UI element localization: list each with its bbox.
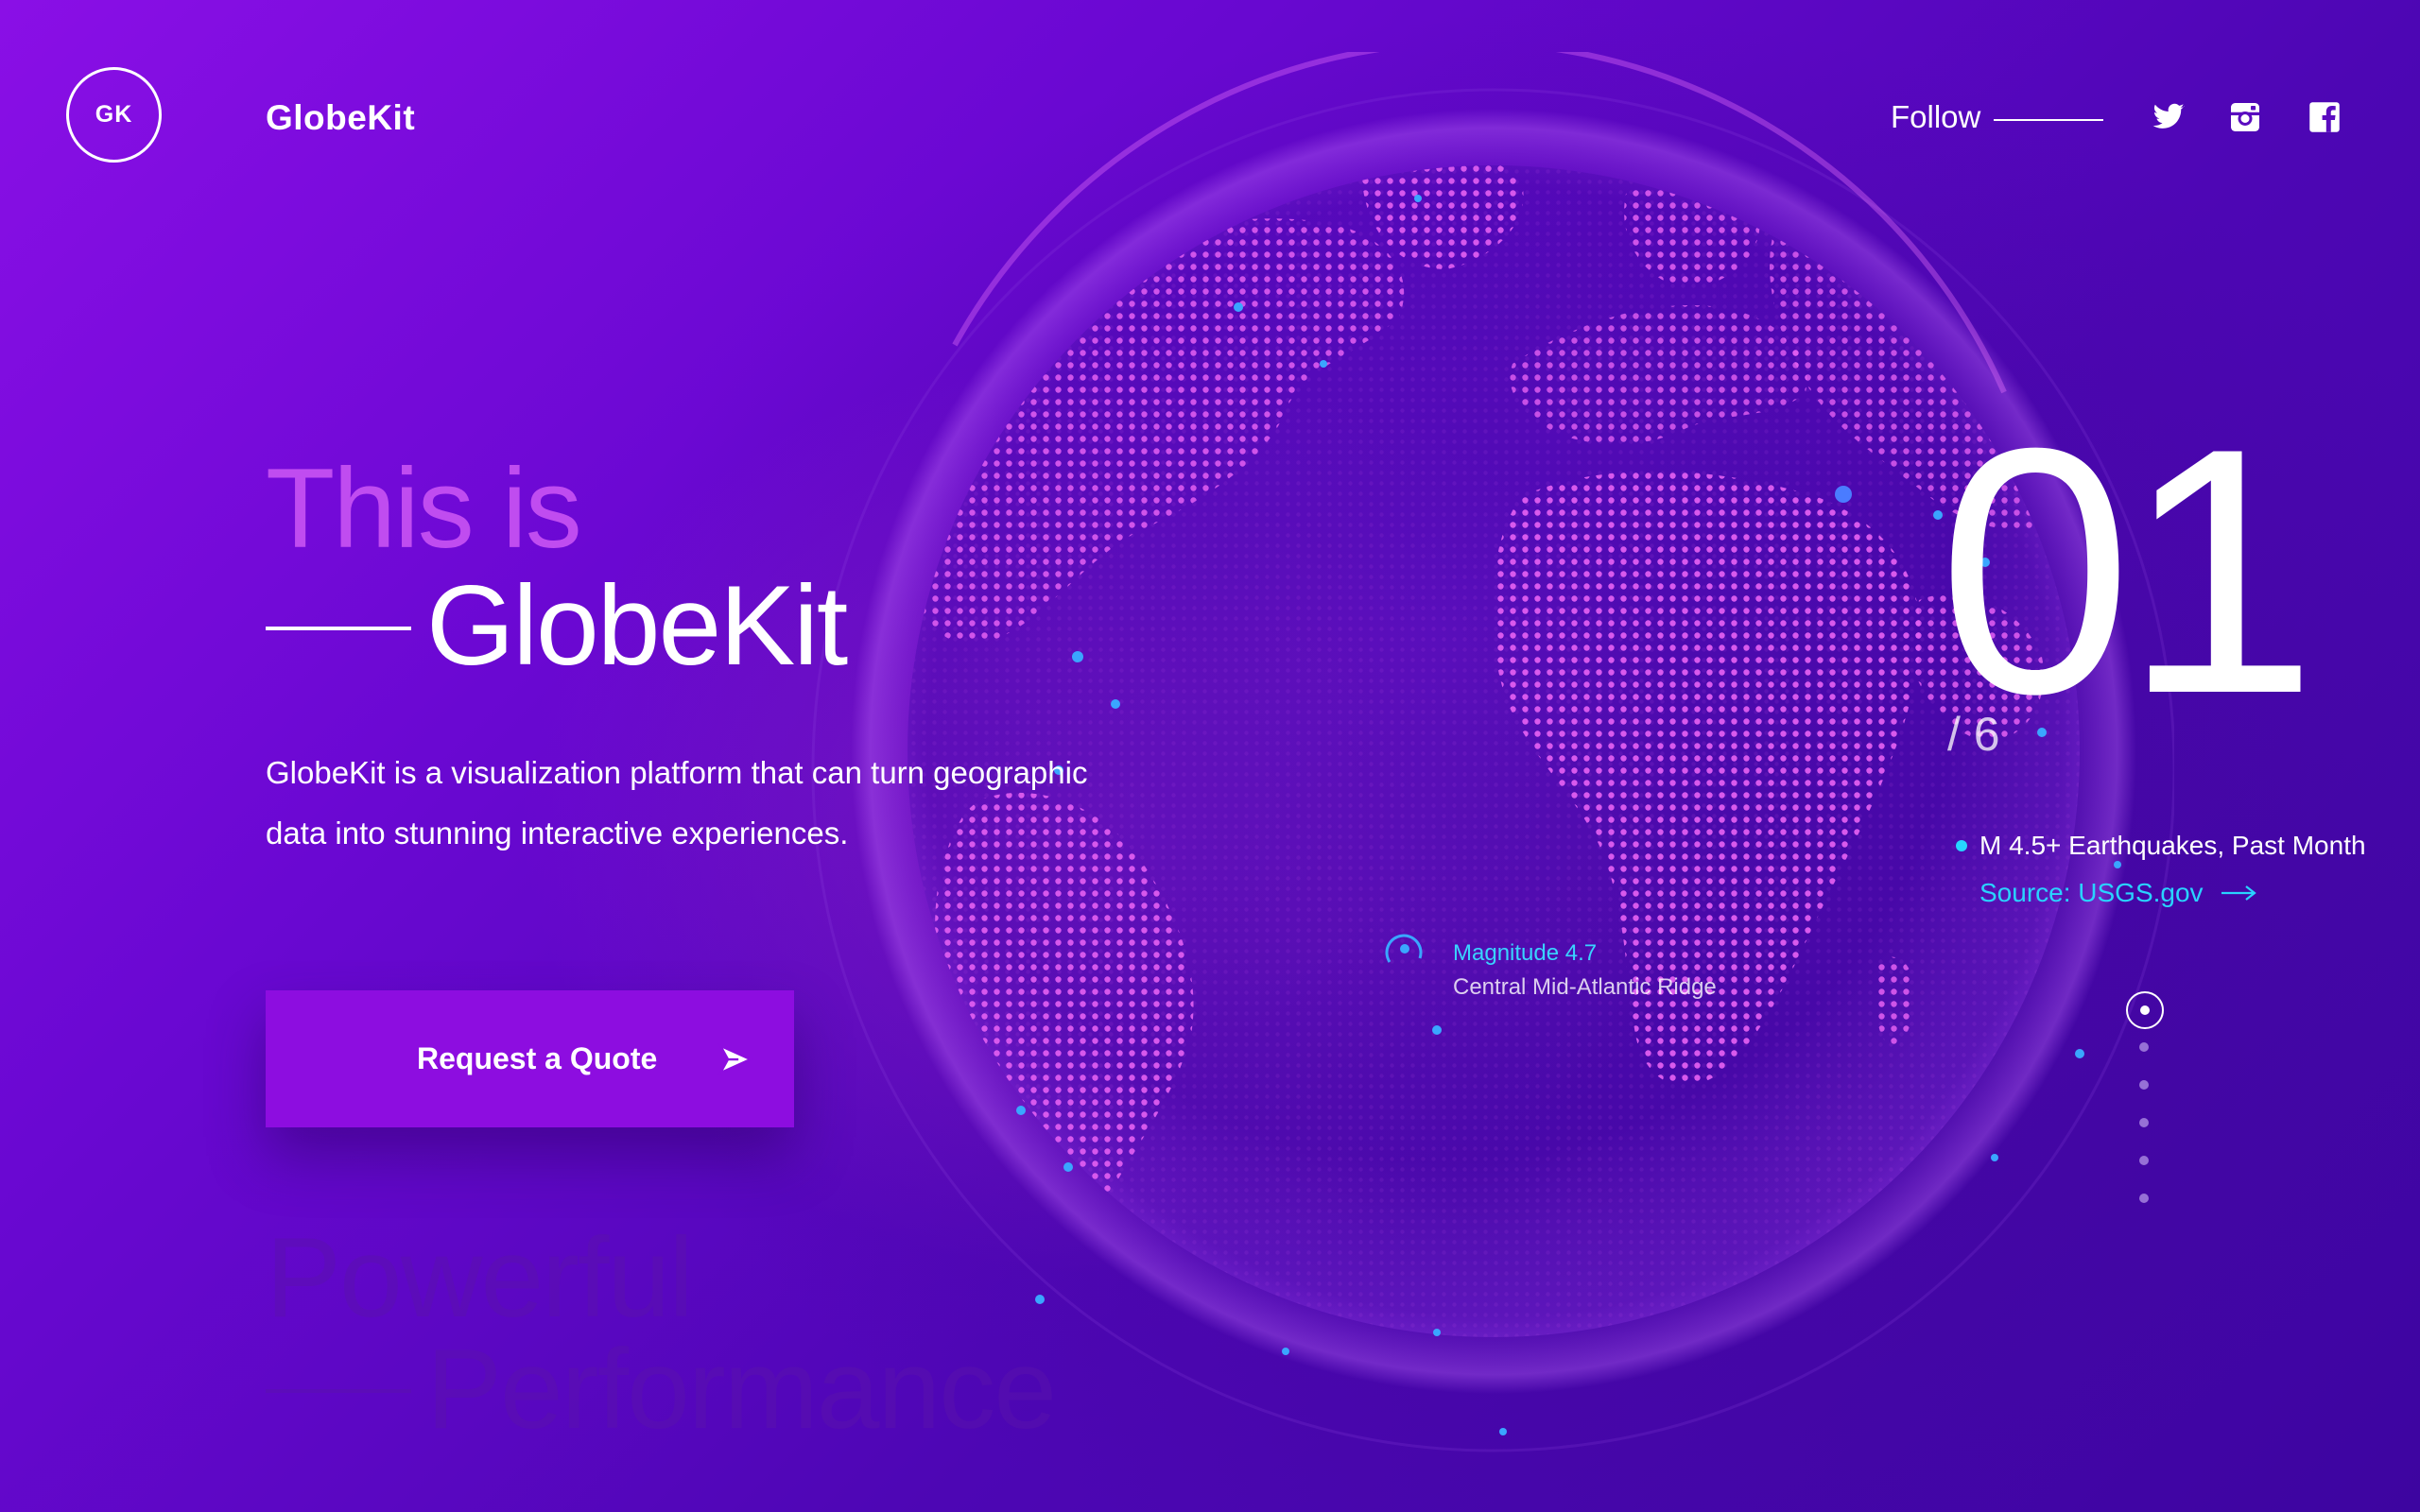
hero-description: GlobeKit is a visualization platform tha… xyxy=(266,743,1116,864)
brand-name[interactable]: GlobeKit xyxy=(266,98,415,138)
send-icon xyxy=(717,1043,753,1075)
request-quote-button[interactable]: Request a Quote xyxy=(266,990,794,1127)
slide-counter-total: / 6 xyxy=(1947,708,2000,761)
next-slide-title-line2: Performance xyxy=(426,1326,1057,1452)
request-quote-label: Request a Quote xyxy=(417,1041,658,1075)
earthquake-location: Central Mid-Atlantic Ridge xyxy=(1453,974,1717,1000)
next-slide-dash xyxy=(266,1389,411,1393)
earthquake-marker-ring[interactable] xyxy=(1382,926,1427,971)
logo-initials: GK xyxy=(95,101,133,128)
pager-dot[interactable] xyxy=(2139,1194,2149,1203)
hero-title-line2: GlobeKit xyxy=(426,562,848,689)
pager-dot[interactable] xyxy=(2139,1156,2149,1165)
earthquake-magnitude: Magnitude 4.7 xyxy=(1453,940,1598,966)
facebook-icon[interactable] xyxy=(2308,100,2342,134)
arrow-right-icon xyxy=(2221,885,2256,901)
pager-dot[interactable] xyxy=(2139,1080,2149,1090)
logo[interactable]: GK xyxy=(66,67,162,163)
dataset-title: M 4.5+ Earthquakes, Past Month xyxy=(1979,831,2366,860)
source-link[interactable]: Source: USGS.gov xyxy=(1979,878,2256,908)
pager-dot-active[interactable] xyxy=(2126,991,2164,1029)
next-slide-title-line1: Powerful xyxy=(266,1214,694,1341)
instagram-icon[interactable] xyxy=(2228,100,2262,134)
pager-dot[interactable] xyxy=(2139,1118,2149,1127)
source-label: Source: USGS.gov xyxy=(1979,878,2204,907)
hero-dash xyxy=(266,627,411,630)
legend-dot xyxy=(1956,840,1967,851)
slide-counter-current: 01 xyxy=(1938,376,2318,766)
pager-dot[interactable] xyxy=(2139,1042,2149,1052)
hero-title-line1: This is xyxy=(266,445,582,572)
hero-description-line1: GlobeKit is a visualization platform tha… xyxy=(266,755,1088,790)
hero-description-line2: data into stunning interactive experienc… xyxy=(266,816,849,850)
